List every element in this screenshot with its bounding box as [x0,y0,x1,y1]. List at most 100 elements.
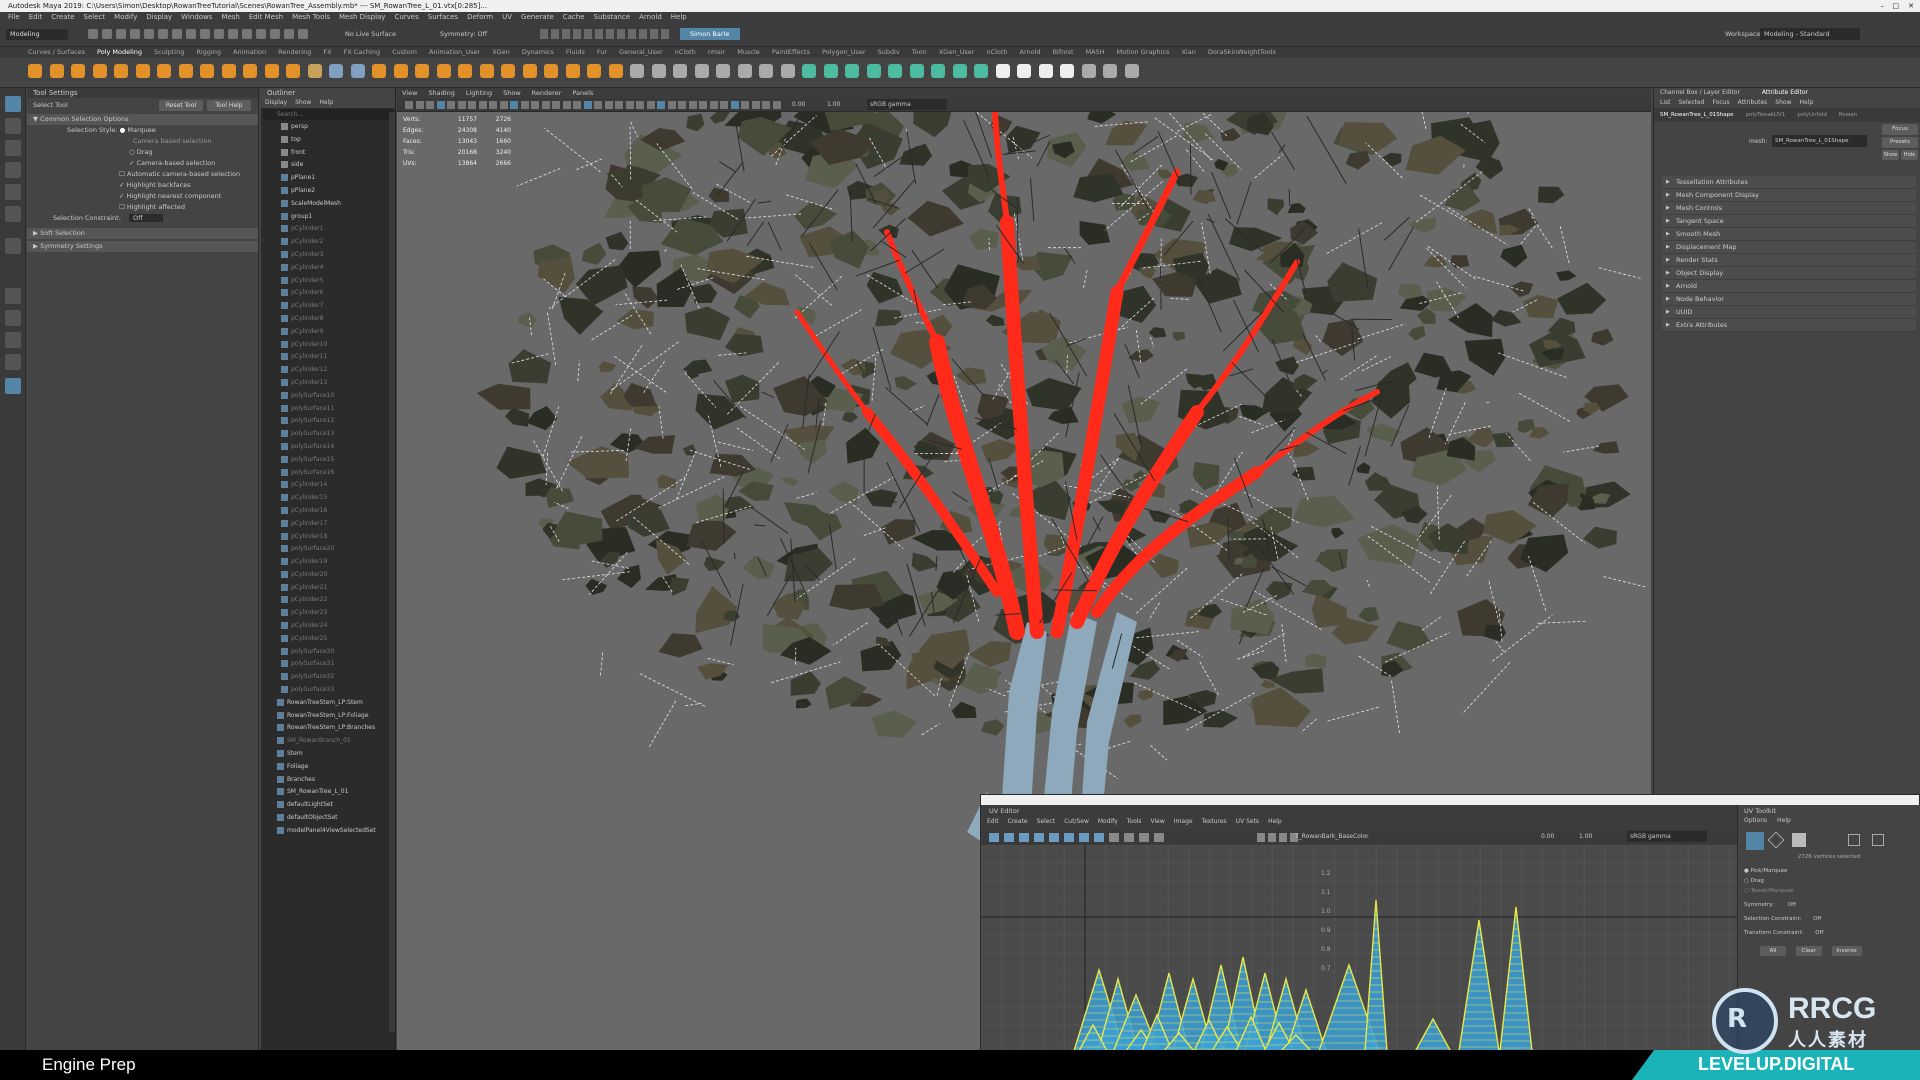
outliner-item[interactable]: pPlane2 [261,185,395,198]
menu-mesh[interactable]: Mesh [221,13,239,21]
uv-tool-icon[interactable] [1004,833,1014,842]
status-tool-icon[interactable] [158,29,168,39]
outliner-item[interactable]: RowanTreeStem_LP:Branches [261,722,395,735]
ae-section-render-stats[interactable]: Render Stats [1662,254,1916,267]
viewport-tool-icon[interactable] [720,101,728,109]
symmetry-label[interactable]: Symmetry: Off [440,30,487,38]
shelf-tab-xgen[interactable]: XGen [492,48,510,56]
shelf-tool-icon[interactable] [565,64,580,78]
shelf-tool-icon[interactable] [286,64,300,78]
uv-tool-icon[interactable] [1019,833,1029,842]
shelf-tool-icon[interactable] [200,64,214,78]
render-tool-icon[interactable] [650,29,658,39]
outliner-item[interactable]: polySurface11 [261,403,395,416]
shelf-tab-fur[interactable]: Fur [597,48,607,56]
viewport-tool-icon[interactable] [447,101,455,109]
shelf-tool-icon[interactable] [673,64,687,78]
side-by-side-layout-icon[interactable] [5,332,21,348]
uv-tool-icon[interactable] [1139,833,1149,842]
shelf-tool-icon[interactable] [329,64,343,78]
shelf-tab-nhair[interactable]: nHair [708,48,725,56]
shelf-tab-rigging[interactable]: Rigging [196,48,221,56]
outliner-item[interactable]: Stem [261,748,395,761]
gamma-value[interactable]: 1.00 [827,101,840,108]
shelf-tool-icon[interactable] [587,64,601,78]
uv-menu-edit[interactable]: Edit [987,818,999,825]
uv-menu-tools[interactable]: Tools [1127,818,1142,825]
shelf-tool-icon[interactable] [651,64,666,78]
viewport-tool-icon[interactable] [426,101,434,109]
ae-section-displacement-map[interactable]: Displacement Map [1662,241,1916,254]
shelf-tool-icon[interactable] [221,64,236,78]
render-tool-icon[interactable] [617,29,625,39]
single-view-layout-icon[interactable] [5,288,21,304]
outliner-item[interactable]: pCylinder2 [261,236,395,249]
shelf-tool-icon[interactable] [1124,64,1139,78]
viewport-tool-icon[interactable] [751,101,760,109]
shelf-tab-general-user[interactable]: General_User [619,48,663,56]
outliner-item[interactable]: polySurface10 [261,390,395,403]
outliner-item[interactable]: pCylinder23 [261,607,395,620]
shelf-tool-icon[interactable] [1038,64,1053,78]
uvtk-menu-help[interactable]: Help [1777,817,1791,824]
option-drag[interactable]: Drag [137,148,153,156]
viewport-tool-icon[interactable] [636,101,644,109]
render-tool-icon[interactable] [584,29,592,39]
outliner-item[interactable]: group1 [261,211,395,224]
shelf-tool-icon[interactable] [372,64,386,78]
viewport-menu-shading[interactable]: Shading [428,89,454,97]
shelf-tool-icon[interactable] [630,64,644,78]
ae-menu-selected[interactable]: Selected [1679,99,1705,106]
ae-section-uuid[interactable]: UUID [1662,306,1916,319]
shelf-tab-polygon-user[interactable]: Polygon_User [822,48,866,56]
shelf-tool-icon[interactable] [694,64,709,78]
tweak-marquee-option[interactable]: Tweak/Marquee [1751,888,1794,894]
uv-tool-icon[interactable] [1079,833,1089,842]
shelf-tab-rendering[interactable]: Rendering [278,48,311,56]
shelf-tab-motion-graphics[interactable]: Motion Graphics [1117,48,1170,56]
workspace-dropdown[interactable]: Modeling - Standard [1760,28,1860,40]
status-tool-icon[interactable] [102,29,112,39]
viewport-tool-icon[interactable] [468,101,476,109]
outliner-item[interactable]: pCylinder18 [261,531,395,544]
viewport-tool-icon[interactable] [741,101,749,109]
lasso-tool-icon[interactable] [5,118,21,134]
uv-menu-cut-sew[interactable]: Cut/Sew [1064,818,1089,825]
shelf-tool-icon[interactable] [608,64,623,78]
outliner-item[interactable]: pCylinder12 [261,364,395,377]
outliner-item[interactable]: pCylinder19 [261,556,395,569]
symmetry-settings-section[interactable]: ▶ Symmetry Settings [27,241,258,252]
scale-tool-icon[interactable] [5,206,21,222]
shelf-tab-subdiv[interactable]: Subdiv [878,48,900,56]
shelf-tool-icon[interactable] [479,64,494,78]
outliner-item[interactable]: polySurface33 [261,684,395,697]
menu-substance[interactable]: Substance [594,13,631,21]
render-tool-icon[interactable] [595,29,603,39]
viewport-menu-lighting[interactable]: Lighting [466,89,492,97]
status-tool-icon[interactable] [88,29,98,39]
outliner-item[interactable]: pCylinder11 [261,351,395,364]
shelf-tool-icon[interactable] [974,64,988,78]
outliner-item[interactable]: pCylinder6 [261,287,395,300]
ae-node-tab[interactable]: polyTweakUV1 [1746,112,1786,118]
option-highlight-nearest[interactable]: Highlight nearest component [127,192,222,200]
render-tool-icon[interactable] [540,29,548,39]
mesh-name-field[interactable]: SM_RowanTree_L_01Shape [1772,135,1867,147]
select-all-button[interactable]: All [1760,946,1786,956]
status-tool-icon[interactable] [200,29,210,39]
render-tool-icon[interactable] [628,29,636,39]
outliner-item[interactable]: Branches [261,774,395,787]
menu-mesh-display[interactable]: Mesh Display [339,13,385,21]
outliner-item[interactable]: pCylinder25 [261,633,395,646]
outliner-item[interactable]: side [261,159,395,172]
outliner-item[interactable]: polySurface32 [261,671,395,684]
viewport-tool-icon[interactable] [510,101,518,109]
shelf-tool-icon[interactable] [845,64,859,78]
menu-generate[interactable]: Generate [521,13,554,21]
shelf-tool-icon[interactable] [931,64,945,78]
rotate-tool-icon[interactable] [5,184,21,200]
uv-menu-create[interactable]: Create [1008,818,1028,825]
viewport-tool-icon[interactable] [615,101,623,109]
uvtk-menu-options[interactable]: Options [1744,817,1767,824]
color-space-dropdown[interactable]: sRGB gamma [867,99,947,110]
